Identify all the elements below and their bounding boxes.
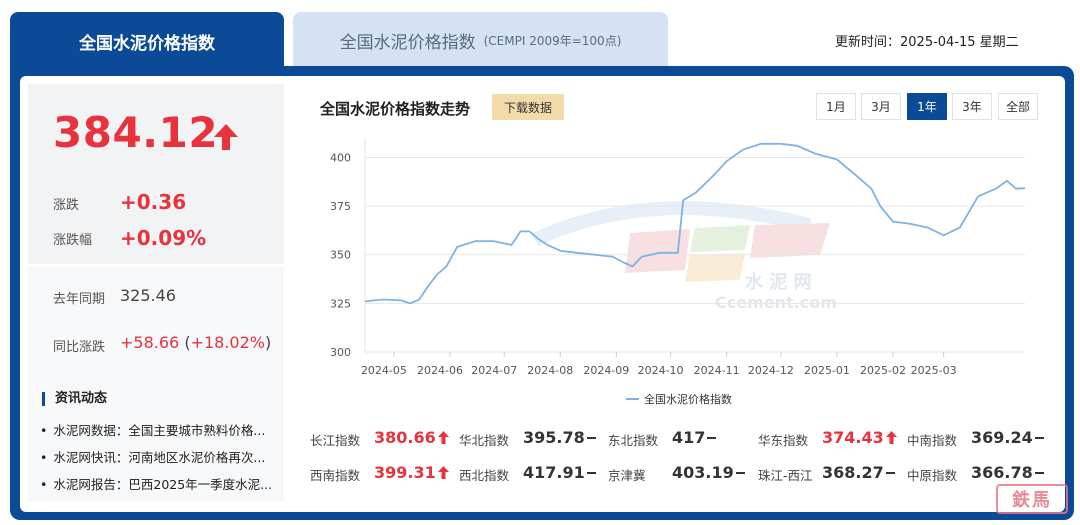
news-item[interactable]: 水泥网快讯：河南地区水泥价格再次... bbox=[40, 447, 265, 466]
yoy-value-pct-num: +18.02% bbox=[190, 333, 265, 352]
x-tick-label: 2024-07 bbox=[471, 364, 517, 377]
yoy-label: 同比涨跌 bbox=[53, 340, 106, 355]
flat-dash-icon bbox=[587, 437, 597, 439]
regional-index-value: 368.27 bbox=[822, 463, 884, 482]
regional-index-value: 369.24 bbox=[971, 428, 1033, 447]
tab-national-index-label: 全国水泥价格指数 bbox=[79, 33, 215, 54]
range-button-all[interactable]: 全部 bbox=[998, 93, 1038, 120]
regional-index-value: 417.91 bbox=[523, 463, 585, 482]
yoy-value-pct-close: ) bbox=[264, 333, 272, 352]
regional-index-value: 403.19 bbox=[672, 463, 734, 482]
range-button-1m[interactable]: 1月 bbox=[816, 93, 856, 120]
corner-stamp-logo: 鉄馬 bbox=[996, 484, 1068, 514]
legend-label: 全国水泥价格指数 bbox=[644, 392, 732, 406]
up-arrow-icon bbox=[214, 124, 238, 150]
x-axis: 2024-05 2024-06 2024-07 2024-08 2024-09 2024-… bbox=[361, 352, 957, 377]
regional-index-name: 西北指数 bbox=[459, 468, 510, 483]
y-tick-label: 325 bbox=[330, 297, 351, 310]
flat-dash-icon bbox=[587, 472, 597, 474]
watermark-cn: 水 泥 网 bbox=[745, 271, 812, 293]
regional-index-value: 417 bbox=[672, 428, 706, 447]
yoy-value: +58.66 (+18.02%) bbox=[120, 333, 271, 352]
x-tick-label: 2024-05 bbox=[361, 364, 407, 377]
range-button-3m[interactable]: 3月 bbox=[861, 93, 901, 120]
x-tick-label: 2024-06 bbox=[417, 364, 463, 377]
up-arrow-icon bbox=[438, 466, 450, 479]
watermark-en: Ccement.com bbox=[715, 293, 837, 312]
change-value: +0.36 bbox=[120, 190, 187, 214]
x-tick-label: 2024-11 bbox=[694, 364, 740, 377]
regional-index-name: 华东指数 bbox=[758, 433, 809, 448]
tab-national-index-cempi[interactable]: 全国水泥价格指数 (CEMPI 2009年=100点) bbox=[293, 12, 668, 68]
flat-dash-icon bbox=[707, 437, 717, 439]
x-tick-label: 2025-02 bbox=[860, 364, 906, 377]
regional-index-name: 西南指数 bbox=[310, 468, 361, 483]
last-year-label: 去年同期 bbox=[53, 292, 106, 307]
regional-index-name: 华北指数 bbox=[459, 433, 510, 448]
regional-index-name: 珠江-西江 bbox=[758, 468, 813, 483]
regional-index-value: 366.78 bbox=[971, 463, 1033, 482]
last-year-value: 325.46 bbox=[120, 286, 176, 305]
flat-dash-icon bbox=[886, 472, 896, 474]
x-tick-label: 2025-03 bbox=[911, 364, 957, 377]
news-item[interactable]: 水泥网报告：巴西2025年一季度水泥... bbox=[40, 474, 272, 493]
flat-dash-icon bbox=[1035, 472, 1045, 474]
tab-cempi-sub: (CEMPI 2009年=100点) bbox=[483, 33, 622, 48]
y-tick-label: 300 bbox=[330, 346, 351, 359]
tab-national-index[interactable]: 全国水泥价格指数 bbox=[10, 12, 284, 70]
chart-legend[interactable]: 全国水泥价格指数 bbox=[626, 392, 732, 406]
x-tick-label: 2024-08 bbox=[527, 364, 573, 377]
y-tick-label: 400 bbox=[330, 151, 351, 164]
regional-index-name: 中南指数 bbox=[907, 433, 958, 448]
x-tick-label: 2024-12 bbox=[748, 364, 794, 377]
up-arrow-icon bbox=[886, 431, 898, 444]
news-title: 资讯动态 bbox=[42, 392, 107, 406]
index-trend-chart: 水 泥 网 Ccement.com 300 325 350 375 400 2024-0… bbox=[330, 138, 1026, 406]
x-tick-label: 2024-09 bbox=[583, 364, 629, 377]
update-time: 更新时间：2025-04-15 星期二 bbox=[835, 35, 1019, 50]
regional-index-name: 京津冀 bbox=[608, 468, 646, 483]
change-label: 涨跌 bbox=[53, 198, 80, 213]
x-tick-label: 2025-01 bbox=[804, 364, 850, 377]
index-value: 384.12 bbox=[53, 108, 219, 157]
y-tick-label: 350 bbox=[330, 249, 351, 262]
y-tick-label: 375 bbox=[330, 200, 351, 213]
range-button-1y[interactable]: 1年 bbox=[907, 93, 947, 120]
regional-index-value: 399.31 bbox=[374, 463, 436, 482]
watermark-logo: 水 泥 网 Ccement.com bbox=[531, 201, 837, 312]
regional-index-name: 东北指数 bbox=[608, 433, 659, 448]
yoy-value-abs: +58.66 bbox=[120, 333, 180, 352]
regional-index-value: 380.66 bbox=[374, 428, 436, 447]
regional-index-value: 374.43 bbox=[822, 428, 884, 447]
regional-index-name: 长江指数 bbox=[310, 433, 361, 448]
up-arrow-icon bbox=[438, 431, 450, 444]
download-data-button[interactable]: 下载数据 bbox=[492, 94, 564, 120]
tab-cempi-label: 全国水泥价格指数 bbox=[339, 32, 476, 53]
x-tick-label: 2024-10 bbox=[638, 364, 684, 377]
change-pct-label: 涨跌幅 bbox=[53, 233, 93, 248]
page: 全国水泥价格指数 全国水泥价格指数 (CEMPI 2009年=100点) 更新时… bbox=[0, 0, 1080, 525]
flat-dash-icon bbox=[736, 472, 746, 474]
news-item[interactable]: 水泥网数据：全国主要城市熟料价格... bbox=[40, 420, 265, 439]
flat-dash-icon bbox=[1035, 437, 1045, 439]
range-button-3y[interactable]: 3年 bbox=[952, 93, 992, 120]
y-axis: 300 325 350 375 400 bbox=[330, 151, 351, 359]
regional-index-value: 395.78 bbox=[523, 428, 585, 447]
chart-title: 全国水泥价格指数走势 bbox=[320, 100, 471, 118]
change-pct-value: +0.09% bbox=[120, 226, 207, 250]
regional-index-name: 中原指数 bbox=[907, 468, 958, 483]
